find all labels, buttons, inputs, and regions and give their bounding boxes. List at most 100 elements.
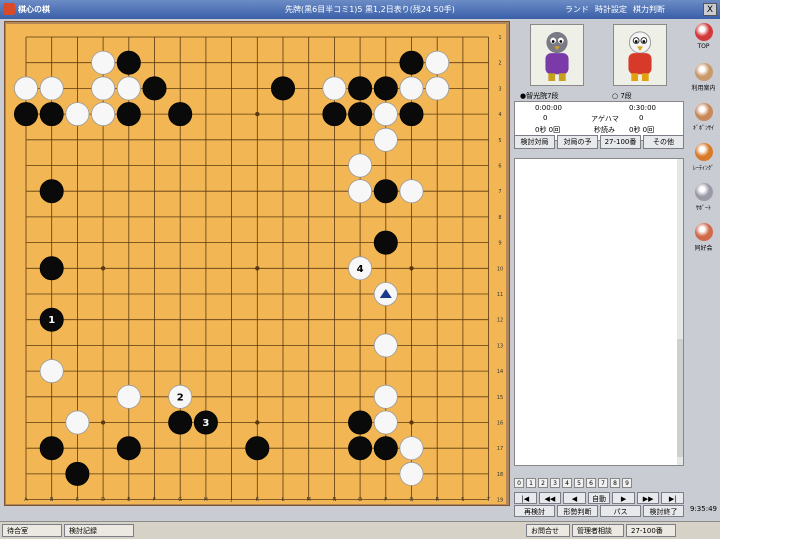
white-stone[interactable] xyxy=(373,333,398,358)
number-cell[interactable]: 9 xyxy=(622,478,632,488)
black-stone[interactable] xyxy=(39,179,64,204)
taskbar-item-contact[interactable]: お問合せ xyxy=(526,524,570,537)
black-stone[interactable] xyxy=(168,102,193,127)
white-stone[interactable] xyxy=(373,384,398,409)
black-stone[interactable] xyxy=(116,102,141,127)
black-stone[interactable] xyxy=(348,410,373,435)
white-stone[interactable] xyxy=(39,359,64,384)
menu-item[interactable]: 棋力判断 xyxy=(633,4,665,15)
black-stone[interactable] xyxy=(399,50,424,75)
sidebar-item-top[interactable]: TOP xyxy=(687,23,720,61)
black-stone[interactable] xyxy=(142,76,167,101)
first-move-button[interactable]: |◀ xyxy=(514,492,537,504)
number-cell[interactable]: 3 xyxy=(550,478,560,488)
black-stone[interactable] xyxy=(39,102,64,127)
forward-fast-button[interactable]: ▶▶ xyxy=(636,492,660,504)
white-stone[interactable] xyxy=(373,410,398,435)
black-stone[interactable] xyxy=(348,102,373,127)
last-move-button[interactable]: ▶| xyxy=(661,492,685,504)
taskbar-item-review-log[interactable]: 検討記録 xyxy=(64,524,134,537)
menu-item[interactable]: ランド xyxy=(565,4,589,15)
white-stone[interactable] xyxy=(348,153,373,178)
white-player-avatar xyxy=(613,24,667,86)
number-cell[interactable]: 2 xyxy=(538,478,548,488)
number-cell[interactable]: 5 xyxy=(574,478,584,488)
chat-scrollbar-thumb[interactable] xyxy=(677,339,683,457)
white-stone[interactable] xyxy=(39,76,64,101)
taskbar-item-admin[interactable]: 管理者相談 xyxy=(572,524,624,537)
number-cell[interactable]: 4 xyxy=(562,478,572,488)
black-stone[interactable] xyxy=(116,436,141,461)
black-stone[interactable] xyxy=(270,76,295,101)
white-stone[interactable] xyxy=(116,384,141,409)
white-stone[interactable] xyxy=(13,76,39,101)
back-button[interactable]: ◀ xyxy=(563,492,586,504)
black-stone[interactable] xyxy=(373,76,398,101)
white-stone[interactable] xyxy=(348,179,373,204)
pass-button[interactable]: パス xyxy=(600,505,641,517)
black-stone[interactable] xyxy=(168,410,193,435)
forward-button[interactable]: ▶ xyxy=(612,492,635,504)
white-stone[interactable] xyxy=(399,179,424,204)
white-stone[interactable] xyxy=(65,102,90,127)
sidebar-item-rating[interactable]: ﾚｰﾃｨﾝｸﾞ xyxy=(687,143,720,181)
white-stone[interactable] xyxy=(373,127,398,152)
sidebar-item-club[interactable]: 同好会 xyxy=(687,223,720,261)
number-cell[interactable]: 8 xyxy=(610,478,620,488)
black-stone[interactable] xyxy=(399,102,424,127)
room-number-button[interactable]: 27-100番 xyxy=(600,135,641,149)
taskbar-item-room[interactable]: 27-100番 xyxy=(626,524,676,537)
black-player-name: ●智光院7段 xyxy=(520,92,559,100)
black-stone[interactable] xyxy=(322,102,347,127)
white-stone[interactable] xyxy=(91,102,116,127)
auto-play-button[interactable]: 自動 xyxy=(587,492,611,504)
number-cell[interactable]: 6 xyxy=(586,478,596,488)
white-stone[interactable] xyxy=(91,50,116,75)
white-stone[interactable] xyxy=(425,50,450,75)
white-stone[interactable] xyxy=(322,76,347,101)
star-point xyxy=(100,266,106,271)
number-cell[interactable]: 1 xyxy=(526,478,536,488)
row-label: 10 xyxy=(497,266,503,272)
white-stone[interactable] xyxy=(373,102,398,127)
review-game-button[interactable]: 検討対局 xyxy=(514,135,555,149)
back-fast-button[interactable]: ◀◀ xyxy=(538,492,562,504)
black-stone[interactable] xyxy=(65,461,90,486)
white-stone[interactable] xyxy=(116,76,141,101)
black-stone[interactable] xyxy=(39,436,64,461)
go-board[interactable]: A B C D E F G H J K L M N O P Q R S T123456789101112131415… xyxy=(6,24,506,504)
white-stone[interactable] xyxy=(399,461,424,486)
menu-item[interactable]: 時計設定 xyxy=(595,4,627,15)
taskbar-item-waiting-room[interactable]: 待合室 xyxy=(2,524,62,537)
black-stone[interactable] xyxy=(373,436,398,461)
end-review-button[interactable]: 検討終了 xyxy=(643,505,684,517)
club-icon xyxy=(694,223,713,241)
black-stone[interactable] xyxy=(348,436,373,461)
number-cell[interactable]: 0 xyxy=(514,478,524,488)
black-stone[interactable] xyxy=(116,50,141,75)
white-stone[interactable] xyxy=(425,76,450,101)
black-stone[interactable] xyxy=(39,256,64,281)
chat-log[interactable] xyxy=(514,158,684,466)
white-stone[interactable] xyxy=(91,76,116,101)
taskbar: 待合室 検討記録 お問合せ 管理者相談 27-100番 xyxy=(0,521,720,539)
sidebar-item-basics[interactable]: ｷﾞﾎﾞﾝｻｲ xyxy=(687,103,720,141)
black-stone[interactable] xyxy=(13,102,39,127)
black-stone[interactable] xyxy=(373,230,398,255)
close-button[interactable]: X xyxy=(703,3,717,16)
number-row: 0 1 2 3 4 5 6 7 8 9 xyxy=(514,478,684,489)
row-label: 18 xyxy=(497,472,503,478)
position-judgement-button[interactable]: 形勢判断 xyxy=(557,505,598,517)
game-schedule-button[interactable]: 対局の予 xyxy=(557,135,598,149)
white-stone[interactable] xyxy=(399,76,424,101)
sidebar-item-guide[interactable]: 利用案内 xyxy=(687,63,720,101)
black-stone[interactable] xyxy=(373,179,398,204)
number-cell[interactable]: 7 xyxy=(598,478,608,488)
black-stone[interactable] xyxy=(245,436,270,461)
sidebar-item-support[interactable]: ｻﾎﾟｰﾄ xyxy=(687,183,720,221)
re-review-button[interactable]: 再検討 xyxy=(514,505,555,517)
other-button[interactable]: その他 xyxy=(643,135,684,149)
white-stone[interactable] xyxy=(65,410,90,435)
white-stone[interactable] xyxy=(399,436,424,461)
black-stone[interactable] xyxy=(348,76,373,101)
